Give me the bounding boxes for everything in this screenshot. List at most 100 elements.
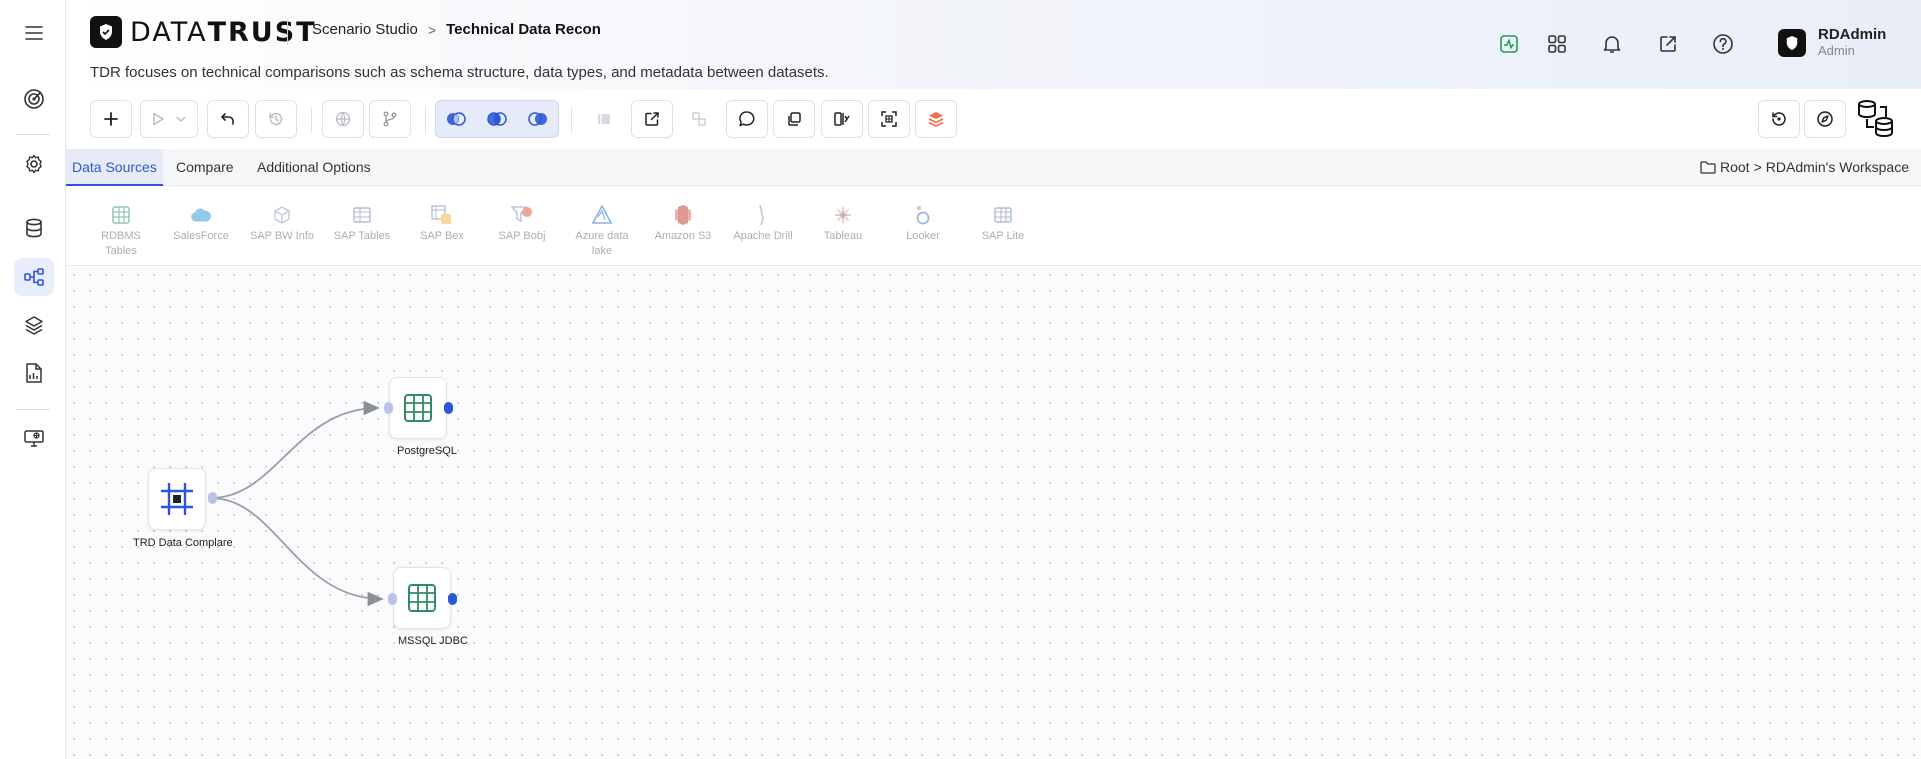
globe-button[interactable]: [322, 100, 364, 138]
node-trd-data-compare[interactable]: [148, 468, 206, 530]
page-subtitle: TDR focuses on technical comparisons suc…: [90, 64, 829, 81]
source-label: SAP BW Info: [250, 230, 314, 242]
node-output-port[interactable]: [208, 492, 217, 504]
source-label: SAP Tables: [333, 230, 391, 242]
table-icon: [991, 203, 1015, 227]
source-rdbms-tables[interactable]: RDBMS Tables: [86, 203, 156, 259]
collapse-panel-button[interactable]: [583, 100, 625, 138]
bell-icon[interactable]: [1598, 30, 1626, 58]
tab-bar: Data Sources Compare Additional Options …: [66, 149, 1921, 186]
node-output-port[interactable]: [444, 402, 453, 414]
sidebar: [0, 0, 66, 759]
frame-icon: [161, 483, 193, 515]
workflow-icon[interactable]: [14, 258, 54, 296]
source-label: SAP Lite: [981, 230, 1025, 242]
page-title: Technical Data Recon: [446, 21, 601, 38]
database-icon[interactable]: [14, 209, 54, 247]
node-output-port[interactable]: [448, 593, 457, 605]
logo-text-trust: TRUST: [207, 16, 317, 48]
source-label: Looker: [906, 230, 940, 242]
source-sap-bex[interactable]: SAP Bex: [407, 203, 477, 244]
datatrust-logo[interactable]: DATATRUST: [90, 16, 317, 48]
edge-compare-to-postgresql: [210, 400, 380, 499]
toolbar-divider: [311, 107, 312, 133]
edge-compare-to-mssql: [210, 497, 384, 607]
menu-icon[interactable]: [14, 14, 54, 52]
toolbar-divider: [571, 107, 572, 133]
node-mssql-jdbc[interactable]: [393, 567, 451, 629]
report-icon[interactable]: [14, 354, 54, 392]
table-icon: [408, 584, 436, 612]
inner-join-button[interactable]: [476, 100, 518, 138]
tab-additional-options[interactable]: Additional Options: [251, 149, 377, 186]
duplicate-button[interactable]: [773, 100, 815, 138]
add-button[interactable]: [90, 100, 132, 138]
app-header: DATATRUST Scenario Studio > Technical Da…: [66, 0, 1921, 89]
looker-icon: [911, 203, 935, 227]
source-label: RDBMS Tables: [101, 230, 141, 257]
toolbar: [66, 89, 1921, 149]
branch-button[interactable]: [369, 100, 411, 138]
breadcrumb-parent[interactable]: Scenario Studio: [312, 21, 418, 38]
azure-icon: [590, 203, 614, 227]
source-apache-drill[interactable]: Apache Drill: [728, 203, 798, 244]
source-label: Apache Drill: [733, 230, 793, 242]
source-sap-bw-info[interactable]: SAP BW Info: [247, 203, 317, 244]
left-join-button[interactable]: [435, 100, 477, 138]
logo-text-data: DATA: [130, 16, 208, 48]
sidebar-divider: [16, 409, 50, 410]
database-compare-icon[interactable]: [1856, 99, 1896, 139]
tab-data-sources[interactable]: Data Sources: [66, 149, 163, 186]
external-link-icon[interactable]: [1654, 30, 1682, 58]
source-salesforce[interactable]: SalesForce: [166, 203, 236, 244]
swap-button[interactable]: [678, 100, 720, 138]
source-tableau[interactable]: Tableau: [808, 203, 878, 244]
source-sap-tables[interactable]: SAP Tables: [327, 203, 397, 244]
edges-layer: [210, 400, 384, 607]
apps-grid-icon[interactable]: [1543, 30, 1571, 58]
folder-icon: [1700, 160, 1716, 174]
settings-icon[interactable]: [14, 145, 54, 183]
bex-icon: [430, 203, 454, 227]
stack-layers-button[interactable]: [915, 100, 957, 138]
help-icon[interactable]: [1709, 30, 1737, 58]
node-postgresql[interactable]: [389, 377, 447, 439]
bobj-icon: [510, 203, 534, 227]
comment-button[interactable]: [726, 100, 768, 138]
node-input-port[interactable]: [388, 593, 397, 605]
source-sap-bobj[interactable]: SAP Bobj: [487, 203, 557, 244]
node-label: MSSQL JDBC: [398, 635, 468, 647]
source-sap-lite[interactable]: SAP Lite: [968, 203, 1038, 244]
cube-icon: [270, 203, 294, 227]
compass-button[interactable]: [1804, 100, 1846, 138]
workflow-canvas[interactable]: TRD Data Complare PostgreSQL MSSQL JDBC: [66, 267, 1921, 759]
restore-button[interactable]: [1758, 100, 1800, 138]
source-azure-data-lake[interactable]: Azure data lake: [567, 203, 637, 259]
source-amazon-s3[interactable]: Amazon S3: [648, 203, 718, 244]
history-button[interactable]: [255, 100, 297, 138]
run-button[interactable]: [140, 100, 198, 138]
node-input-port[interactable]: [384, 402, 393, 414]
fit-view-button[interactable]: [868, 100, 910, 138]
workspace-root[interactable]: Root: [1720, 159, 1750, 175]
open-external-button[interactable]: [631, 100, 673, 138]
source-looker[interactable]: Looker: [888, 203, 958, 244]
table-icon: [109, 203, 133, 227]
undo-button[interactable]: [207, 100, 249, 138]
workspace-path[interactable]: Root > RDAdmin's Workspace: [1700, 159, 1909, 175]
user-menu[interactable]: RDAdmin Admin: [1778, 27, 1886, 58]
user-name: RDAdmin: [1818, 26, 1887, 43]
workspace-name[interactable]: RDAdmin's Workspace: [1766, 159, 1909, 175]
right-join-button[interactable]: [517, 100, 559, 138]
layers-icon[interactable]: [14, 306, 54, 344]
activity-icon[interactable]: [1495, 30, 1523, 58]
tab-compare[interactable]: Compare: [170, 149, 240, 186]
toolbar-divider: [425, 107, 426, 133]
compare-split-button[interactable]: [821, 100, 863, 138]
target-icon[interactable]: [14, 80, 54, 118]
sidebar-divider: [16, 134, 50, 135]
breadcrumb-separator: >: [427, 21, 437, 38]
monitor-icon[interactable]: [14, 419, 54, 457]
header-divider: [287, 19, 288, 45]
chevron-down-icon[interactable]: [175, 113, 187, 125]
